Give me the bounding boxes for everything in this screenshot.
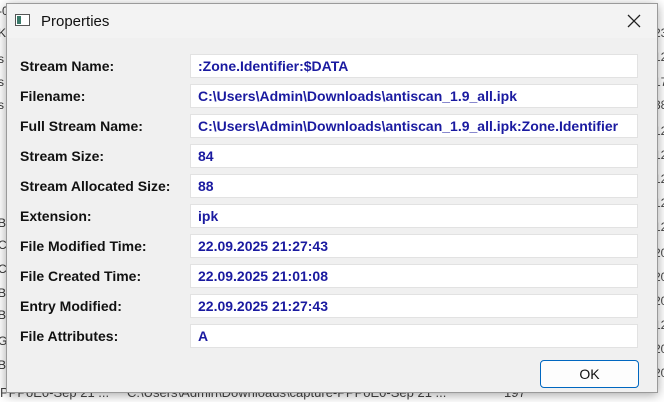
field-row-full-stream-name: Full Stream Name: C:\Users\Admin\Downloa… <box>7 114 657 138</box>
field-row-entry-modified: Entry Modified: 22.09.2025 21:27:43 <box>7 294 657 318</box>
field-label: Stream Size: <box>20 148 105 164</box>
field-row-file-modified-time: File Modified Time: 22.09.2025 21:27:43 <box>7 234 657 258</box>
window-app-icon <box>15 14 30 26</box>
field-row-file-attributes: File Attributes: A <box>7 324 657 348</box>
field-label: Full Stream Name: <box>20 118 143 134</box>
properties-dialog: Properties Stream Name: :Zone.Identifier… <box>6 3 658 393</box>
field-value-filename[interactable]: C:\Users\Admin\Downloads\antiscan_1.9_al… <box>190 84 638 108</box>
field-value-file-created-time[interactable]: 22.09.2025 21:01:08 <box>190 264 638 288</box>
ok-button[interactable]: OK <box>540 360 639 388</box>
close-icon <box>627 14 641 28</box>
field-value-entry-modified[interactable]: 22.09.2025 21:27:43 <box>190 294 638 318</box>
field-value-full-stream-name[interactable]: C:\Users\Admin\Downloads\antiscan_1.9_al… <box>190 114 638 138</box>
field-value-file-attributes[interactable]: A <box>190 324 638 348</box>
title-bar[interactable]: Properties <box>7 4 657 38</box>
field-label: Entry Modified: <box>20 298 122 314</box>
field-row-stream-name: Stream Name: :Zone.Identifier:$DATA <box>7 54 657 78</box>
field-label: Extension: <box>20 208 92 224</box>
field-row-file-created-time: File Created Time: 22.09.2025 21:01:08 <box>7 264 657 288</box>
field-row-stream-size: Stream Size: 84 <box>7 144 657 168</box>
field-row-stream-allocated-size: Stream Allocated Size: 88 <box>7 174 657 198</box>
field-value-stream-name[interactable]: :Zone.Identifier:$DATA <box>190 54 638 78</box>
close-button[interactable] <box>611 4 657 38</box>
field-label: File Attributes: <box>20 328 119 344</box>
field-label: Filename: <box>20 88 86 104</box>
field-value-extension[interactable]: ipk <box>190 204 638 228</box>
field-row-extension: Extension: ipk <box>7 204 657 228</box>
field-label: File Created Time: <box>20 268 142 284</box>
dialog-title: Properties <box>41 13 110 30</box>
field-label: Stream Name: <box>20 58 115 74</box>
field-row-filename: Filename: C:\Users\Admin\Downloads\antis… <box>7 84 657 108</box>
field-value-stream-allocated-size[interactable]: 88 <box>190 174 638 198</box>
field-label: Stream Allocated Size: <box>20 178 171 194</box>
field-value-file-modified-time[interactable]: 22.09.2025 21:27:43 <box>190 234 638 258</box>
field-label: File Modified Time: <box>20 238 147 254</box>
field-value-stream-size[interactable]: 84 <box>190 144 638 168</box>
